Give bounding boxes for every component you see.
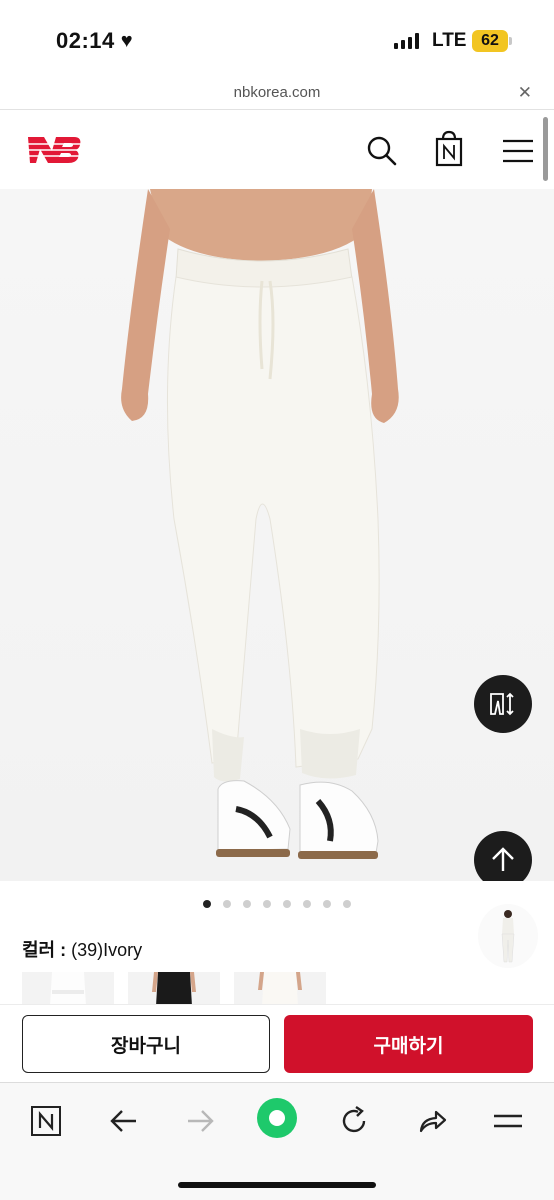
product-image[interactable] bbox=[0, 189, 554, 881]
battery-cap bbox=[509, 37, 512, 45]
swatch-ivory-alt[interactable] bbox=[234, 972, 326, 1006]
white-sweatpants-product-photo bbox=[121, 189, 399, 859]
carousel-dot[interactable] bbox=[323, 900, 331, 908]
add-to-cart-button[interactable]: 장바구니 bbox=[22, 1015, 270, 1073]
carousel-dot[interactable] bbox=[203, 900, 211, 908]
status-time: 02:14 ♥ bbox=[56, 28, 133, 54]
scroll-top-button[interactable] bbox=[474, 831, 532, 881]
green-circle-icon[interactable] bbox=[254, 1095, 300, 1141]
page: 02:14 ♥ LTE 62 nbkorea.com ✕ 컬러: (39)Iv… bbox=[0, 0, 554, 1200]
battery-level: 62 bbox=[481, 32, 499, 49]
pants-size-icon bbox=[490, 692, 514, 716]
page-scrollbar[interactable] bbox=[543, 117, 548, 181]
close-icon[interactable]: ✕ bbox=[518, 83, 532, 103]
carousel-dot[interactable] bbox=[263, 900, 271, 908]
share-icon[interactable] bbox=[410, 1099, 454, 1143]
swatch-black[interactable] bbox=[128, 972, 220, 1006]
arrow-up-icon bbox=[492, 847, 514, 871]
refresh-icon[interactable] bbox=[332, 1099, 376, 1143]
carousel-dots bbox=[0, 900, 554, 908]
menu-icon[interactable] bbox=[500, 133, 536, 169]
model-thumbnail[interactable] bbox=[478, 904, 538, 968]
buy-now-button[interactable]: 구매하기 bbox=[284, 1015, 533, 1073]
forward-arrow-icon[interactable] bbox=[178, 1099, 222, 1143]
url-text[interactable]: nbkorea.com bbox=[0, 84, 554, 101]
back-arrow-icon[interactable] bbox=[102, 1099, 146, 1143]
site-header bbox=[0, 111, 554, 189]
search-icon[interactable] bbox=[364, 133, 400, 169]
url-bar[interactable]: nbkorea.com ✕ bbox=[0, 80, 554, 110]
naver-home-icon[interactable] bbox=[24, 1099, 68, 1143]
swatch-ivory[interactable] bbox=[22, 972, 114, 1006]
add-to-cart-label: 장바구니 bbox=[111, 1035, 181, 1057]
signal-icon bbox=[394, 33, 419, 49]
color-swatches bbox=[22, 972, 326, 1006]
carousel-dot[interactable] bbox=[343, 900, 351, 908]
status-bar: 02:14 ♥ LTE 62 bbox=[0, 0, 554, 80]
menu-icon[interactable] bbox=[486, 1099, 530, 1143]
color-value: (39)Ivory bbox=[71, 940, 143, 960]
color-row: 컬러 : (39)Ivory bbox=[22, 936, 142, 962]
model-thumbnail-image bbox=[501, 910, 515, 963]
battery-icon: 62 bbox=[472, 30, 508, 52]
time-text: 02:14 bbox=[56, 28, 115, 53]
new-balance-logo[interactable] bbox=[22, 133, 82, 167]
carousel-dot[interactable] bbox=[283, 900, 291, 908]
size-guide-button[interactable] bbox=[474, 675, 532, 733]
color-label: 컬러 : bbox=[22, 940, 67, 960]
network-type: LTE bbox=[432, 30, 467, 51]
carousel-dot[interactable] bbox=[303, 900, 311, 908]
carousel-dot[interactable] bbox=[223, 900, 231, 908]
carousel-dot[interactable] bbox=[243, 900, 251, 908]
buy-now-label: 구매하기 bbox=[373, 1035, 444, 1057]
heart-icon: ♥ bbox=[120, 29, 134, 52]
shopping-bag-icon[interactable] bbox=[431, 129, 467, 167]
purchase-action-bar: 장바구니 구매하기 bbox=[0, 1004, 554, 1082]
home-indicator[interactable] bbox=[178, 1182, 376, 1188]
